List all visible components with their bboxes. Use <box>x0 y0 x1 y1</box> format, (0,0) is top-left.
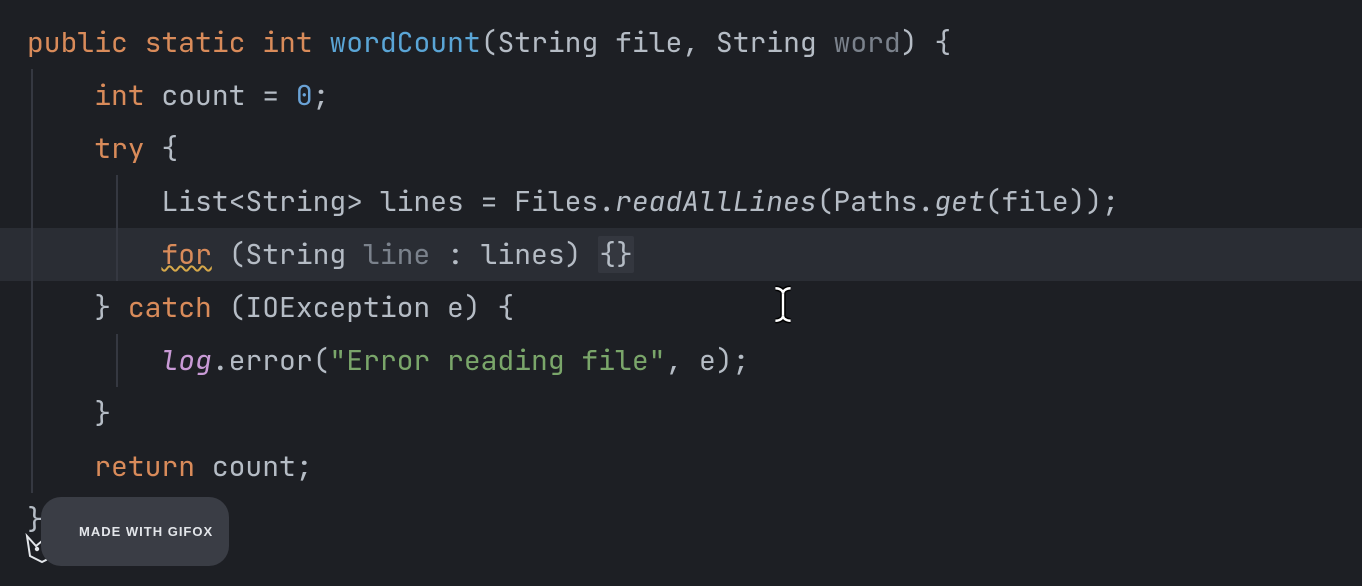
keyword-int: int <box>262 24 312 61</box>
badge-text: MADE WITH GIFOX <box>79 505 213 558</box>
string-literal: "Error reading file" <box>329 342 665 379</box>
param-file: file <box>615 24 682 61</box>
param-word: word <box>834 24 901 61</box>
indent <box>27 448 94 485</box>
var-line: line <box>363 236 430 273</box>
indent <box>27 183 161 220</box>
code-line[interactable]: return count; <box>0 440 1362 493</box>
indent <box>27 236 161 273</box>
type-string: String <box>716 24 834 61</box>
call-error: .error( <box>212 342 330 379</box>
brace-open: { <box>145 130 179 167</box>
type-string: String <box>497 24 615 61</box>
indent <box>27 130 94 167</box>
code-line[interactable]: int count = 0; <box>0 69 1362 122</box>
indent <box>27 77 94 114</box>
keyword-static: static <box>145 24 246 61</box>
keyword-public: public <box>27 24 128 61</box>
var-lines: lines = Files. <box>380 183 615 220</box>
code-line-active[interactable]: for (String line : lines) {} <box>0 228 1362 281</box>
indent: } <box>27 289 128 326</box>
code-editor[interactable]: public static int wordCount(String file,… <box>0 0 1362 586</box>
args: (file)); <box>985 183 1119 220</box>
empty-braces: {} <box>598 236 634 273</box>
keyword-try: try <box>94 130 144 167</box>
type-list: List<String> <box>161 183 379 220</box>
rest: : lines) <box>430 236 598 273</box>
paren-open: ( <box>481 24 498 61</box>
rest: , e); <box>665 342 749 379</box>
code-line[interactable]: } <box>0 387 1362 440</box>
gifox-badge[interactable]: MADE WITH GIFOX <box>41 497 229 566</box>
paren: (String <box>212 236 363 273</box>
catch-args: (IOException e) { <box>212 289 514 326</box>
keyword-return: return <box>94 448 195 485</box>
method-get: get <box>934 183 984 220</box>
keyword-for: for <box>161 236 211 273</box>
paren: (Paths. <box>817 183 935 220</box>
code-line[interactable]: List<String> lines = Files.readAllLines(… <box>0 175 1362 228</box>
paren-close: ) { <box>901 24 951 61</box>
var-count: count = <box>161 77 295 114</box>
return-expr: count; <box>195 448 313 485</box>
keyword-int: int <box>94 77 144 114</box>
method-name: wordCount <box>329 24 480 61</box>
keyword-catch: catch <box>128 289 212 326</box>
code-line[interactable]: log.error("Error reading file", e); <box>0 334 1362 387</box>
space <box>145 77 162 114</box>
ident-log: log <box>161 342 211 379</box>
comma: , <box>682 24 716 61</box>
indent <box>27 342 161 379</box>
method-readalllines: readAllLines <box>615 183 817 220</box>
brace-close: } <box>27 395 111 432</box>
semicolon: ; <box>313 77 330 114</box>
code-line[interactable]: try { <box>0 122 1362 175</box>
literal-zero: 0 <box>296 77 313 114</box>
code-line[interactable]: public static int wordCount(String file,… <box>0 16 1362 69</box>
code-line[interactable]: } catch (IOException e) { <box>0 281 1362 334</box>
